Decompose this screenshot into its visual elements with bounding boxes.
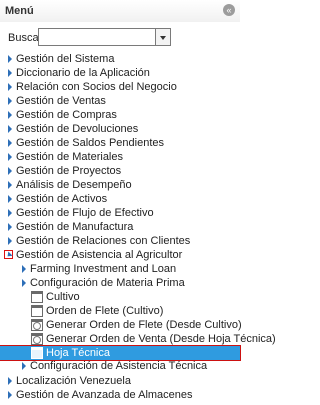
close-circle-icon[interactable]: « [223, 4, 235, 16]
expand-arrow-icon[interactable] [8, 55, 12, 63]
collapse-arrow-icon[interactable] [4, 250, 13, 259]
tree-item[interactable]: Gestión de Ventas [0, 94, 240, 108]
menu-header: Menú « [0, 0, 240, 22]
tree-item[interactable]: Gestión de Flujo de Efectivo [0, 206, 240, 220]
tree-leaf[interactable]: Cultivo [0, 290, 240, 304]
expand-arrow-icon[interactable] [8, 97, 12, 105]
search-row: Buscar: [6, 28, 240, 48]
tree-item-open[interactable]: Gestión de Asistencia al Agricultor [0, 248, 240, 262]
expand-arrow-icon[interactable] [8, 139, 12, 147]
menu-title: Menú [5, 5, 34, 17]
tree-leaf[interactable]: Generar Orden de Venta (Desde Hoja Técni… [0, 332, 276, 346]
tree-item[interactable]: Gestión de Saldos Pendientes [0, 136, 240, 150]
expand-arrow-icon[interactable] [8, 69, 12, 77]
tree-item[interactable]: Localización Venezuela [0, 374, 240, 388]
tree-item[interactable]: Análisis de Desempeño [0, 178, 240, 192]
expand-arrow-icon[interactable] [8, 153, 12, 161]
process-icon [31, 333, 43, 345]
window-icon [31, 347, 43, 359]
expand-arrow-icon[interactable] [22, 362, 26, 370]
tree-leaf-selected[interactable]: Hoja Técnica [0, 345, 241, 361]
window-icon [31, 291, 43, 303]
expand-arrow-icon[interactable] [22, 265, 26, 273]
process-icon [31, 319, 43, 331]
tree-subitem[interactable]: Configuración de Materia Prima [0, 276, 240, 290]
tree-item[interactable]: Gestión de Avanzada de Almacenes [0, 388, 240, 402]
expand-arrow-icon[interactable] [8, 209, 12, 217]
tree-leaf[interactable]: Generar Orden de Flete (Desde Cultivo) [0, 318, 242, 332]
expand-arrow-icon[interactable] [8, 167, 12, 175]
expand-arrow-icon[interactable] [8, 237, 12, 245]
expand-arrow-icon[interactable] [8, 111, 12, 119]
tree-item[interactable]: Gestión de Proyectos [0, 164, 240, 178]
expand-arrow-icon[interactable] [8, 377, 12, 385]
expand-arrow-icon[interactable] [8, 125, 12, 133]
search-input[interactable] [38, 28, 156, 46]
chevron-down-icon[interactable] [156, 28, 171, 46]
tree-item[interactable]: Gestión de Compras [0, 108, 240, 122]
expand-arrow-icon[interactable] [8, 195, 12, 203]
expand-arrow-icon[interactable] [8, 223, 12, 231]
tree-leaf[interactable]: Orden de Flete (Cultivo) [0, 304, 240, 318]
window-icon [31, 305, 43, 317]
expand-arrow-icon[interactable] [8, 391, 12, 399]
tree-item[interactable]: Gestión de Manufactura [0, 220, 240, 234]
tree-item[interactable]: Gestión del Sistema [0, 52, 240, 66]
expand-arrow-icon[interactable] [22, 279, 26, 287]
tree-item[interactable]: Gestión de Devoluciones [0, 122, 240, 136]
expand-arrow-icon[interactable] [8, 83, 12, 91]
tree-subitem[interactable]: Configuración de Asistencia Técnica [0, 359, 240, 373]
tree-item[interactable]: Relación con Socios del Negocio [0, 80, 240, 94]
tree-item[interactable]: Gestión de Relaciones con Clientes [0, 234, 240, 248]
tree-item[interactable]: Gestión de Activos [0, 192, 240, 206]
tree-subitem[interactable]: Farming Investment and Loan [0, 262, 240, 276]
tree-item[interactable]: Gestión de Materiales [0, 150, 240, 164]
expand-arrow-icon[interactable] [8, 181, 12, 189]
tree-item[interactable]: Diccionario de la Aplicación [0, 66, 240, 80]
